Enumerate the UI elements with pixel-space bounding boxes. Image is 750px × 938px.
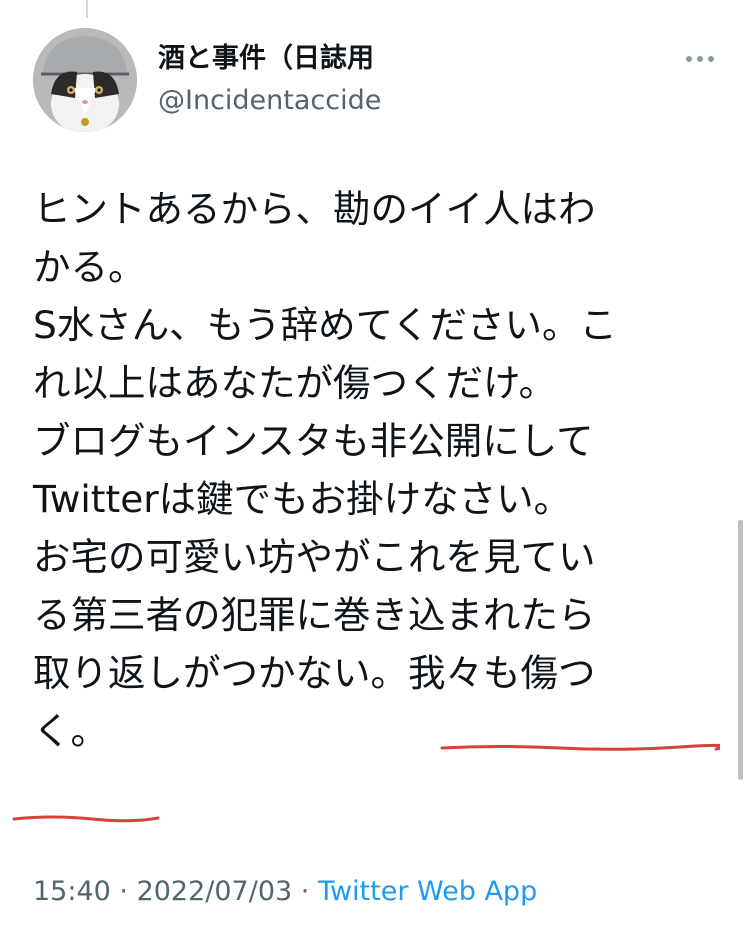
tweet-text-line: く。 [33, 709, 108, 753]
tweet-text-line: る第三者の犯罪に巻き込まれたら [33, 593, 596, 637]
tweet-date[interactable]: 2022/07/03 [137, 876, 293, 907]
tweet-text-line: 取り返しがつかない。我々も傷つ [33, 651, 596, 695]
cat-avatar-icon[interactable] [33, 28, 137, 132]
tweet-text-line: ヒントあるから、勘のイイ人はわ [33, 187, 596, 231]
meta-separator: · [292, 876, 318, 907]
tweet-text-line: れ以上はあなたが傷つくだけ。 [33, 361, 557, 405]
tweet-meta: 15:40 · 2022/07/03 · Twitter Web App [33, 872, 537, 912]
tweet-text: ヒントあるから、勘のイイ人はわ かる。 S水さん、もう辞めてください。こ れ以上… [33, 180, 738, 760]
tweet-source-link[interactable]: Twitter Web App [318, 876, 537, 907]
tweet-text-line: Twitterは鍵でもお掛けなさい。 [33, 477, 572, 521]
tweet-time[interactable]: 15:40 [33, 876, 111, 907]
tweet-text-line: ブログもインスタも非公開にして [33, 419, 594, 463]
author-display-name[interactable]: 酒と事件（日誌用 [158, 41, 374, 77]
tweet-text-line: S水さん、もう辞めてください。こ [33, 303, 618, 347]
tweet-text-line: お宅の可愛い坊やがこれを見てい [33, 535, 596, 579]
thread-connector-line [86, 0, 88, 18]
meta-separator: · [110, 876, 137, 907]
more-options-icon[interactable] [680, 46, 720, 72]
tweet-text-line: かる。 [33, 245, 146, 289]
red-underline-annotation [12, 815, 160, 823]
scrollbar[interactable] [738, 520, 743, 780]
author-handle[interactable]: @Incidentaccide [158, 83, 381, 119]
